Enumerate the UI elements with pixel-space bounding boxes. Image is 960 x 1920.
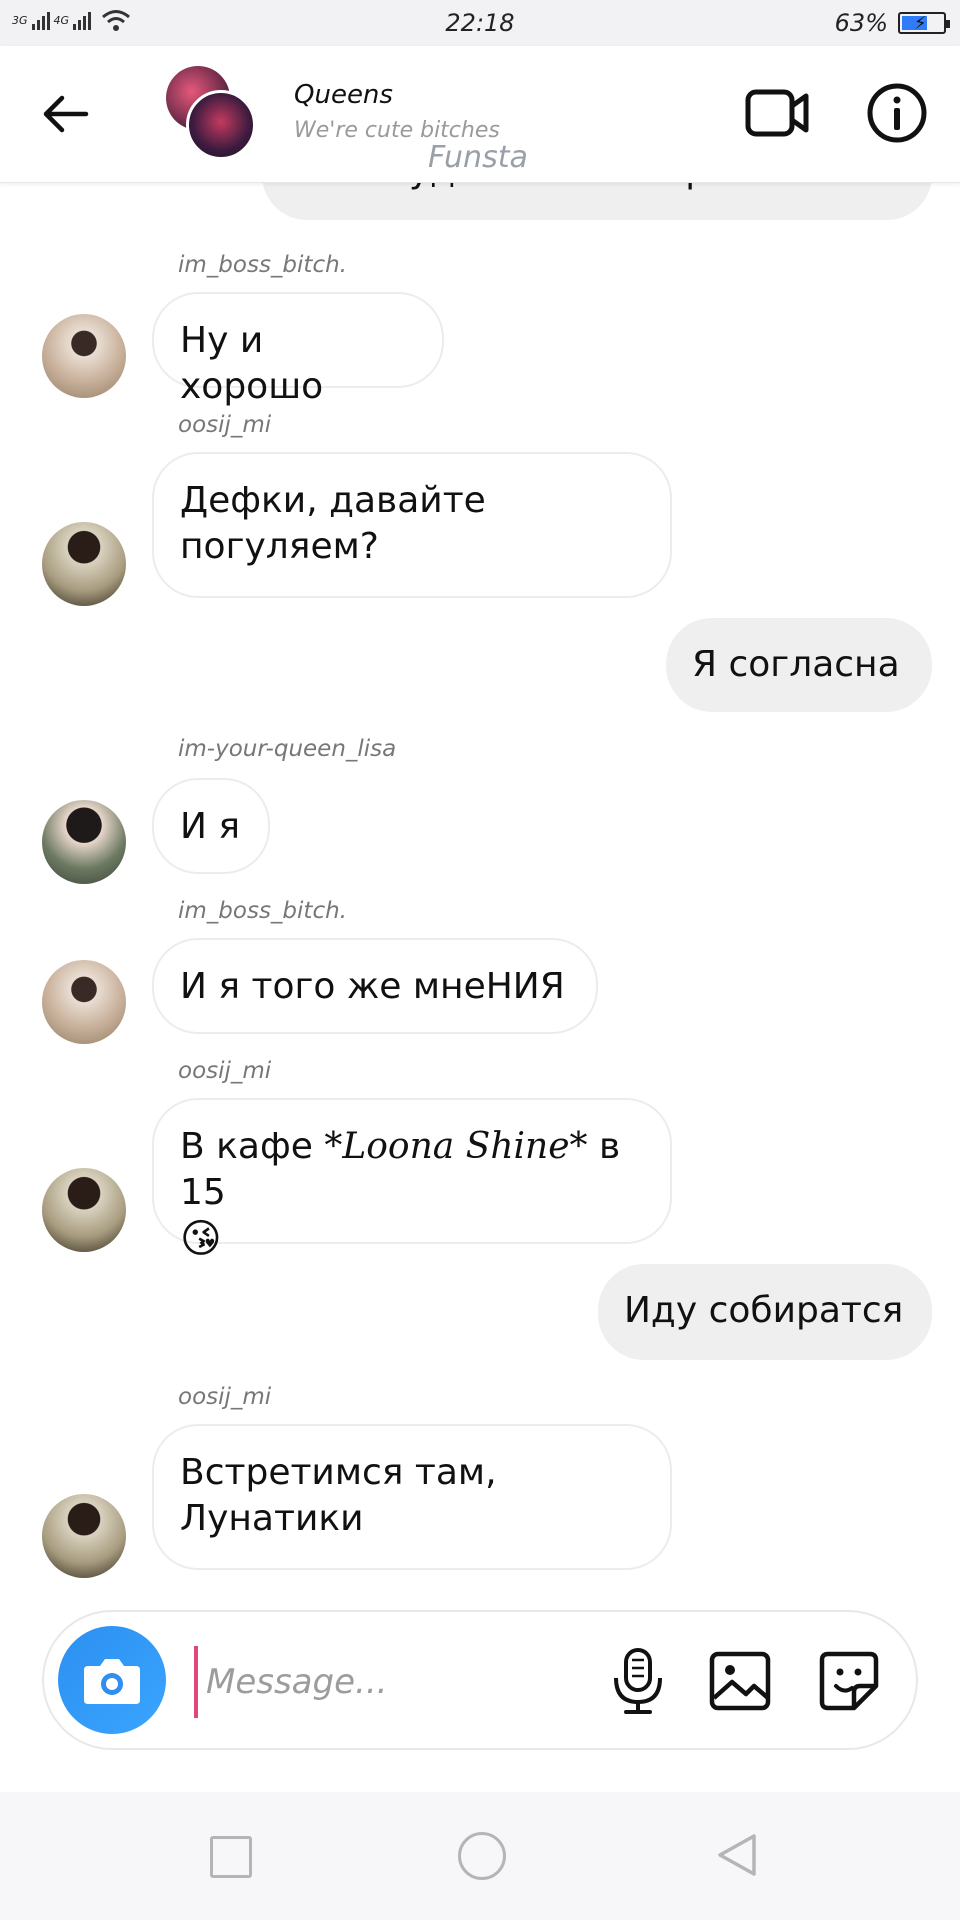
camera-icon — [84, 1659, 140, 1704]
message-bubble-outgoing[interactable]: Я согласна — [666, 618, 932, 712]
nav-back-icon[interactable] — [714, 1830, 760, 1880]
kissing-emoji: 😘 — [180, 1216, 222, 1262]
sender-avatar[interactable] — [42, 1168, 126, 1252]
system-navigation-bar — [0, 1792, 960, 1920]
message-sender: im_boss_bitch. — [178, 252, 347, 278]
message-text: Иду собиратся — [624, 1290, 904, 1331]
arrow-left-icon[interactable] — [40, 88, 92, 140]
group-avatar-front — [186, 90, 256, 160]
message-list[interactable]: И Кай удалил иестаграм im_boss_bitch. Ну… — [0, 182, 960, 1602]
message-bubble-incoming[interactable]: И я того же мнеНИЯ — [152, 938, 598, 1034]
sticker-icon[interactable] — [816, 1648, 882, 1714]
sender-avatar[interactable] — [42, 522, 126, 606]
charging-icon: ⚡ — [914, 13, 927, 34]
message-sender: im_boss_bitch. — [178, 898, 347, 924]
message-text: Встретимся там, Лунатики — [180, 1452, 497, 1539]
group-title[interactable]: Queens — [294, 80, 393, 110]
sender-avatar[interactable] — [42, 800, 126, 884]
message-text: Дефки, давайте погуляем? — [180, 480, 486, 567]
message-bubble-outgoing[interactable]: И Кай удалил иестаграм — [262, 182, 932, 220]
message-text: И я того же мнеНИЯ — [180, 966, 565, 1007]
message-composer — [42, 1610, 918, 1750]
message-bubble-outgoing[interactable]: Иду собиратся — [598, 1264, 932, 1360]
sender-avatar[interactable] — [42, 314, 126, 398]
message-bubble-incoming[interactable]: Встретимся там, Лунатики — [152, 1424, 672, 1570]
message-sender: oosij_mi — [178, 1384, 272, 1410]
battery-icon: ⚡ — [898, 12, 950, 34]
message-input[interactable] — [194, 1646, 628, 1718]
home-icon[interactable] — [458, 1832, 506, 1880]
clock: 22:18 — [445, 9, 515, 37]
sender-avatar[interactable] — [42, 960, 126, 1044]
message-sender: im-your-queen_lisa — [178, 736, 397, 762]
sender-avatar[interactable] — [42, 1494, 126, 1578]
message-bubble-incoming[interactable]: В кафе *Loona Shine* в 15 😘 — [152, 1098, 672, 1262]
message-bubble-incoming[interactable]: И я — [152, 778, 270, 874]
message-text: И я — [180, 806, 241, 847]
message-bubble-incoming[interactable]: Дефки, давайте погуляем? — [152, 452, 672, 598]
status-bar: 3G 4G 22:18 63% ⚡ — [0, 0, 960, 46]
message-text-italic: *Loona Shine* — [324, 1126, 588, 1167]
battery-status: 63% ⚡ — [834, 9, 950, 37]
message-text: Ну и хорошо — [180, 320, 324, 407]
microphone-icon[interactable] — [604, 1646, 672, 1716]
message-text: И Кай удалил иестаграм — [288, 182, 757, 191]
battery-percentage: 63% — [834, 9, 888, 37]
message-sender: oosij_mi — [178, 412, 272, 438]
group-avatar[interactable] — [166, 66, 256, 160]
message-text: Я согласна — [692, 644, 900, 685]
image-icon[interactable] — [708, 1648, 774, 1714]
watermark-text: Funsta — [428, 140, 528, 175]
camera-button[interactable] — [58, 1626, 166, 1734]
message-text-part: В кафе — [180, 1126, 325, 1167]
recent-apps-icon[interactable] — [210, 1836, 252, 1878]
video-camera-icon[interactable] — [744, 84, 810, 142]
info-icon[interactable] — [866, 82, 928, 144]
message-sender: oosij_mi — [178, 1058, 272, 1084]
message-bubble-incoming[interactable]: Ну и хорошо — [152, 292, 444, 407]
